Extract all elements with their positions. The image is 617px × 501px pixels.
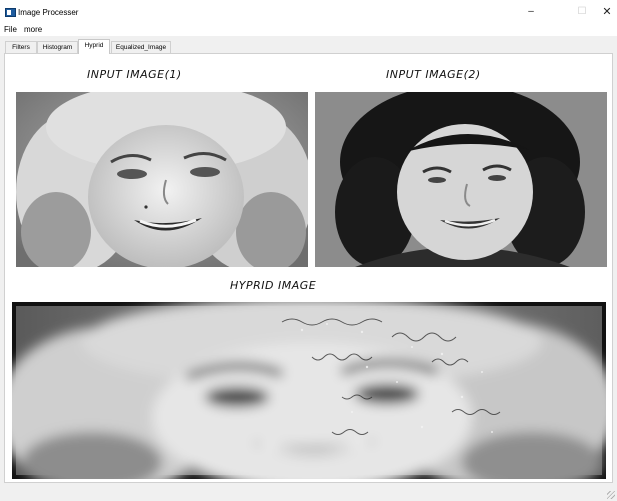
resize-grip-icon[interactable] (607, 491, 615, 499)
close-button[interactable]: ✕ (597, 5, 617, 19)
title-bar: Image Processer – ☐ ✕ (0, 0, 617, 24)
menu-file[interactable]: File (4, 25, 17, 34)
menu-more[interactable]: more (24, 25, 42, 34)
status-bar (0, 485, 617, 501)
hybrid-image-label: HYPRID IMAGE (230, 279, 317, 292)
maximize-button[interactable]: ☐ (572, 5, 592, 19)
window-title: Image Processer (18, 8, 79, 17)
hybrid-image (12, 302, 606, 479)
minimize-button[interactable]: – (521, 5, 541, 19)
menu-bar: File more (0, 24, 617, 36)
hyprid-panel: INPUT IMAGE(1) INPUT IMAGE(2) HYPRID IMA… (4, 53, 613, 483)
input-image-1-label: INPUT IMAGE(1) (87, 68, 182, 81)
tab-filters[interactable]: Filters (5, 41, 37, 53)
app-window-icon (5, 8, 16, 17)
input-image-2 (315, 92, 607, 267)
tab-equalized-image[interactable]: Equalized_Image (111, 41, 171, 53)
input-image-2-label: INPUT IMAGE(2) (386, 68, 481, 81)
tab-hyprid[interactable]: Hyprid (78, 39, 110, 54)
tab-bar: Filters Histogram Hyprid Equalized_Image (0, 38, 617, 54)
tab-histogram[interactable]: Histogram (37, 41, 78, 53)
input-image-1 (16, 92, 308, 267)
